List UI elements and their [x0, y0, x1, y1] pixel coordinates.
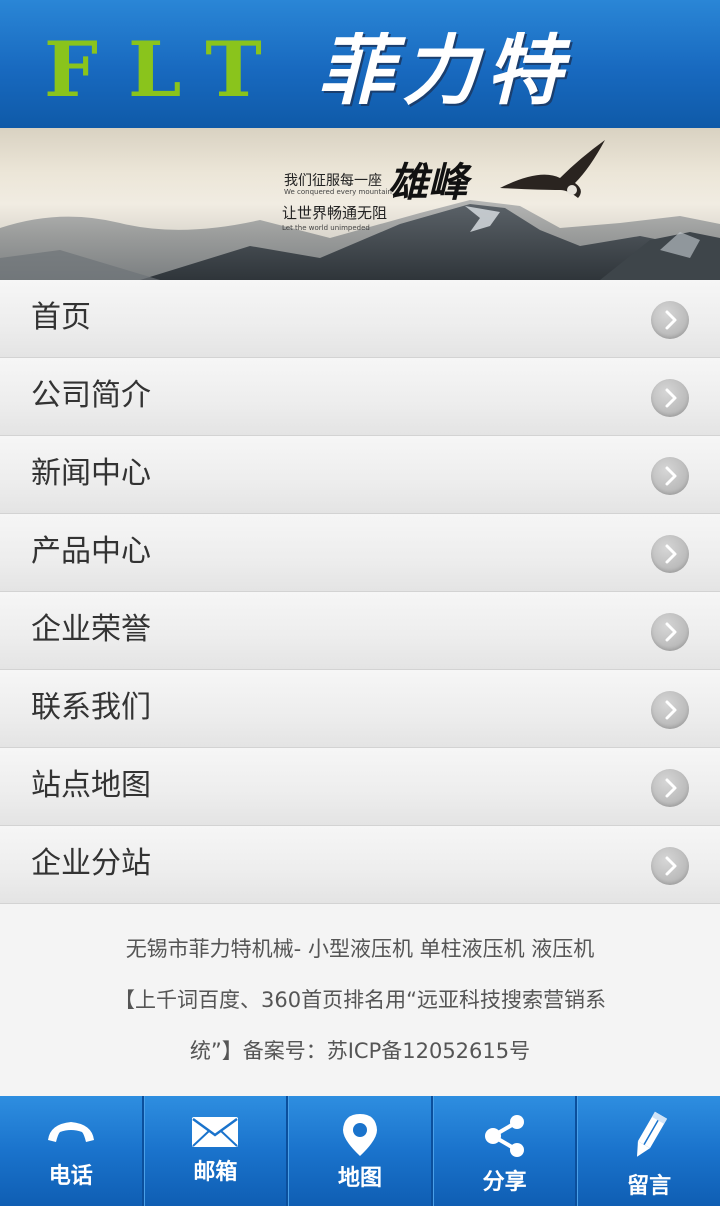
tab-message[interactable]: 留言	[577, 1096, 720, 1206]
chevron-right-icon	[651, 301, 689, 339]
tab-phone[interactable]: 电话	[0, 1096, 144, 1206]
tab-label: 电话	[48, 1164, 93, 1189]
banner-slogan-1-en: We conquered every mountain	[284, 188, 392, 196]
share-icon	[484, 1115, 524, 1157]
mail-icon	[192, 1117, 239, 1147]
menu-item-contact[interactable]: 联系我们	[0, 670, 720, 748]
chevron-right-icon	[651, 847, 689, 885]
menu-item-label: 企业分站	[31, 846, 151, 881]
site-header: FLT 菲力特	[0, 0, 720, 128]
tab-map[interactable]: 地图	[288, 1096, 433, 1206]
menu-item-label: 公司简介	[31, 378, 151, 413]
logo-english: FLT	[44, 25, 292, 114]
menu-item-honors[interactable]: 企业荣誉	[0, 592, 720, 670]
menu-item-label: 联系我们	[31, 690, 151, 725]
hero-banner: 我们征服每一座 We conquered every mountain 雄峰 让…	[0, 128, 720, 280]
tab-label: 邮箱	[193, 1160, 238, 1185]
tab-mail[interactable]: 邮箱	[143, 1096, 289, 1206]
chevron-right-icon	[651, 691, 689, 729]
tab-label: 地图	[337, 1166, 382, 1191]
site-footer: 无锡市菲力特机械- 小型液压机 单柱液压机 液压机 【上千词百度、360首页排名…	[0, 904, 720, 1096]
chevron-right-icon	[651, 535, 689, 573]
bottom-toolbar: 电话 邮箱 地图 分享 留言	[0, 1096, 720, 1206]
chevron-right-icon	[651, 613, 689, 651]
footer-line-3: 统”】备案号：苏ICP备12052615号	[189, 1039, 531, 1063]
chevron-right-icon	[651, 379, 689, 417]
menu-item-company-intro[interactable]: 公司简介	[0, 358, 720, 436]
menu-item-news[interactable]: 新闻中心	[0, 436, 720, 514]
chevron-right-icon	[651, 769, 689, 807]
map-pin-icon	[342, 1114, 377, 1156]
footer-line-1: 无锡市菲力特机械- 小型液压机 单柱液压机 液压机	[125, 937, 595, 961]
logo-chinese: 菲力特	[318, 26, 570, 115]
eagle-graphic	[500, 140, 605, 198]
chevron-right-icon	[651, 457, 689, 495]
menu-item-label: 企业荣誉	[31, 612, 151, 647]
tab-label: 分享	[482, 1170, 527, 1195]
phone-icon	[47, 1122, 94, 1142]
menu-item-label: 首页	[31, 300, 91, 335]
menu-item-label: 站点地图	[31, 768, 151, 803]
tab-label: 留言	[627, 1174, 672, 1199]
banner-calligraphy: 雄峰	[388, 159, 468, 206]
main-menu: 首页 公司简介 新闻中心 产品中心 企业荣誉 联系我们 站点地图 企业分站	[0, 280, 720, 904]
menu-item-branches[interactable]: 企业分站	[0, 826, 720, 904]
pencil-icon	[637, 1111, 668, 1157]
menu-item-label: 产品中心	[31, 534, 151, 569]
menu-item-products[interactable]: 产品中心	[0, 514, 720, 592]
banner-slogan-2-en: Let the world unimpeded	[282, 224, 370, 232]
menu-item-label: 新闻中心	[31, 456, 151, 491]
tab-share[interactable]: 分享	[432, 1096, 578, 1206]
banner-slogan-1: 我们征服每一座	[284, 173, 382, 189]
footer-line-2: 【上千词百度、360首页排名用“远亚科技搜索营销系	[114, 988, 606, 1012]
menu-item-sitemap[interactable]: 站点地图	[0, 748, 720, 826]
banner-slogan-2: 让世界畅通无阻	[282, 204, 388, 222]
menu-item-home[interactable]: 首页	[0, 280, 720, 358]
